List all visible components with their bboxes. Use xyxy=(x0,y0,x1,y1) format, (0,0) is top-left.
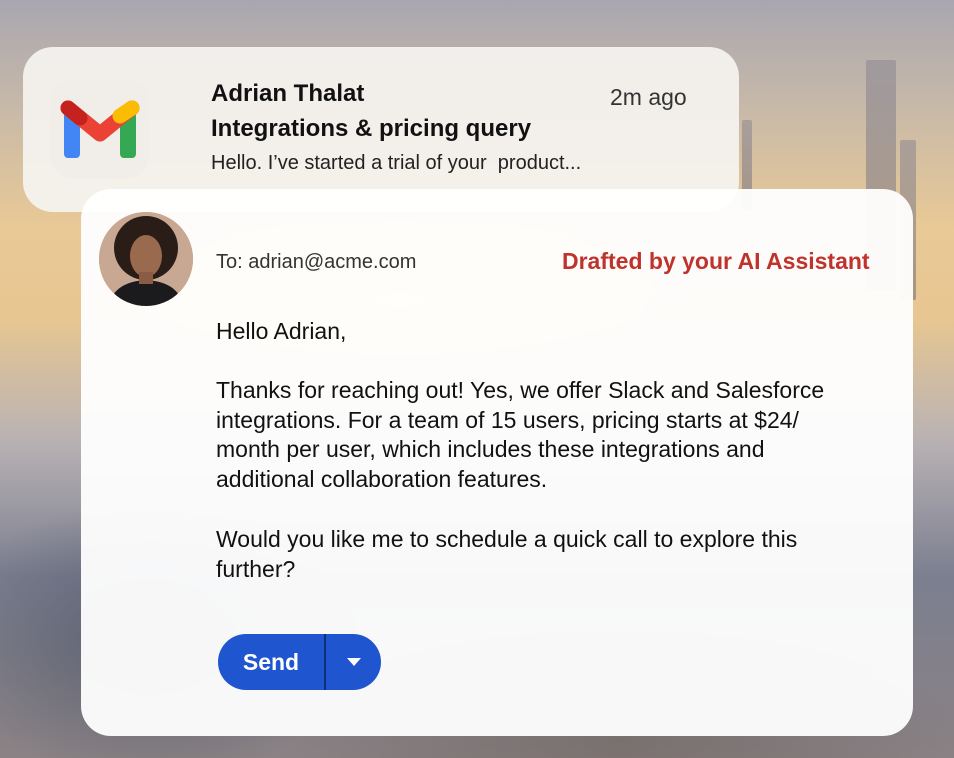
timestamp: 2m ago xyxy=(610,84,687,110)
caret-down-icon xyxy=(346,658,361,666)
gmail-app-icon xyxy=(50,79,149,178)
ai-drafted-label: Drafted by your AI Assistant xyxy=(562,248,870,274)
send-button-group: Send xyxy=(218,634,381,690)
gmail-icon xyxy=(60,100,139,158)
body-paragraph-2[interactable]: Would you like me to schedule a quick ca… xyxy=(216,525,876,584)
avatar-photo xyxy=(99,212,193,306)
send-button[interactable]: Send xyxy=(218,634,326,690)
sender-name: Adrian Thalat xyxy=(211,80,365,107)
body-line: integrations. For a team of 15 users, pr… xyxy=(216,406,799,433)
send-options-button[interactable] xyxy=(326,634,381,690)
body-line: month per user, which includes these int… xyxy=(216,436,765,462)
body-paragraph-1[interactable]: Thanks for reaching out! Yes, we offer S… xyxy=(216,376,876,494)
body-line: Would you like me to schedule a quick ca… xyxy=(216,526,798,552)
body-line: Thanks for reaching out! Yes, we offer S… xyxy=(216,377,825,403)
body-line: further? xyxy=(216,555,296,582)
greeting-text: Hello Adrian, xyxy=(216,318,347,344)
avatar xyxy=(99,212,193,306)
email-preview: Hello. I’ve started a trial of your prod… xyxy=(211,152,582,174)
recipient-line: To: adrian@acme.com xyxy=(216,251,417,273)
body-line: additional collaboration features. xyxy=(216,465,548,492)
email-subject: Integrations & pricing query xyxy=(211,115,532,142)
